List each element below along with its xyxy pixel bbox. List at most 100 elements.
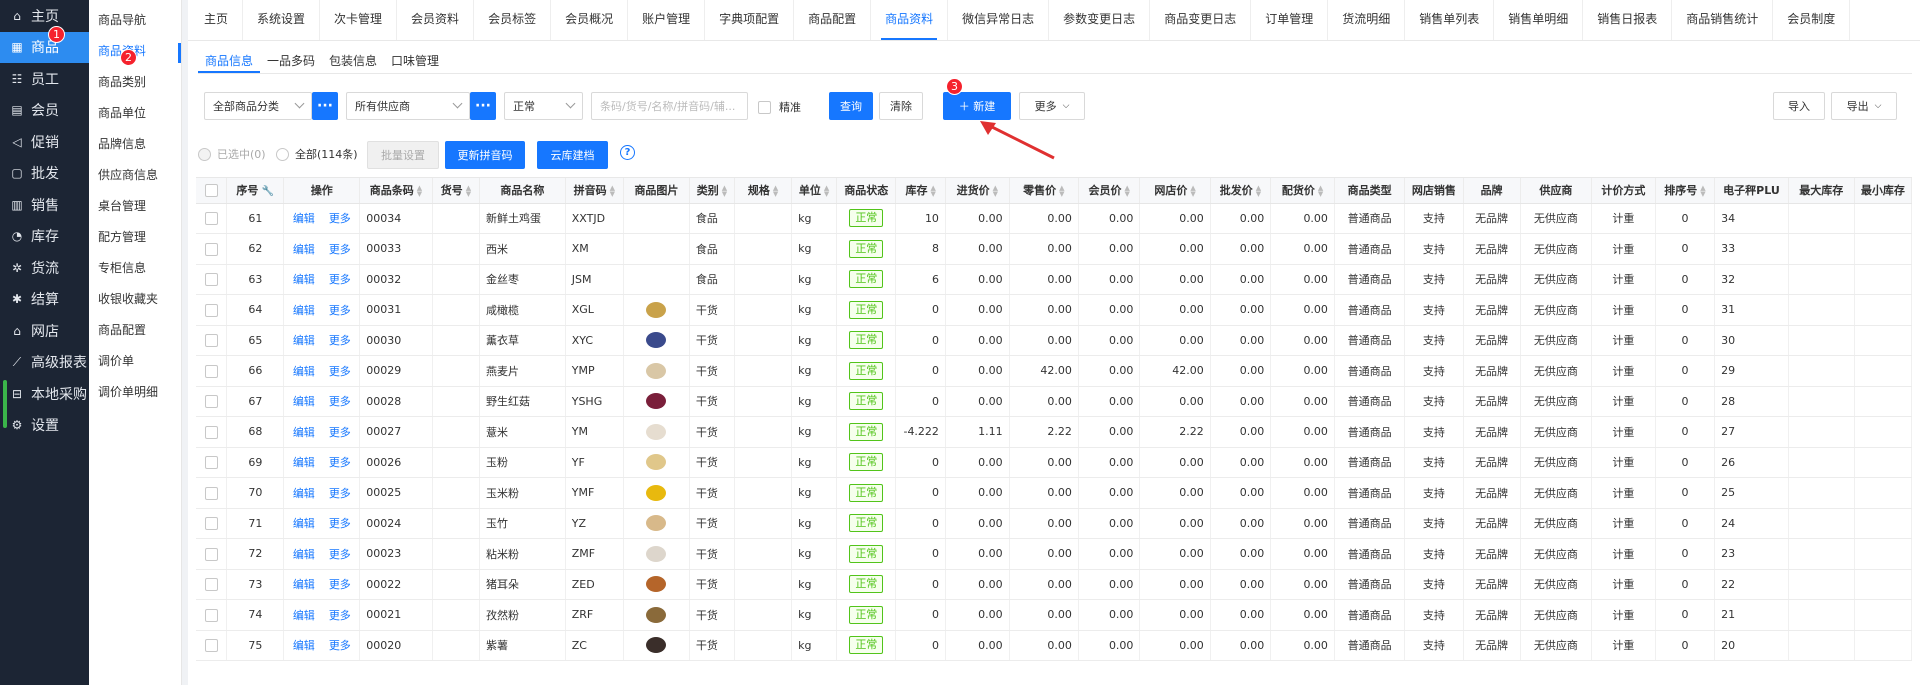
edit-link[interactable]: 编辑 (293, 487, 315, 500)
edit-link[interactable]: 编辑 (293, 243, 315, 256)
top-tab-18[interactable]: 商品销售统计 (1672, 0, 1774, 40)
row-select-cell[interactable] (196, 508, 228, 539)
sort-icon[interactable]: ▲ ▼ (1318, 185, 1323, 198)
nav-item-8[interactable]: ✲ 货流 (0, 252, 89, 284)
subnav-item-4[interactable]: 品牌信息 (89, 128, 181, 159)
status-select[interactable]: 正常 (504, 92, 583, 120)
category-select[interactable]: 全部商品分类 (204, 92, 312, 120)
nav-item-5[interactable]: ▢ 批发 (0, 158, 89, 190)
row-select-cell[interactable] (196, 538, 228, 570)
sort-icon[interactable]: ▲ ▼ (466, 185, 471, 198)
product-thumbnail[interactable] (646, 393, 667, 410)
sub-tab-3[interactable]: 口味管理 (384, 50, 446, 73)
more-link[interactable]: 更多 (329, 639, 351, 652)
more-link[interactable]: 更多 (329, 517, 351, 530)
row-select-cell[interactable] (196, 325, 228, 356)
sort-icon[interactable]: ▲ ▼ (1124, 185, 1129, 198)
top-tab-3[interactable]: 会员资料 (397, 0, 475, 40)
nav-item-0[interactable]: ⌂ 主页 (0, 0, 89, 32)
row-checkbox[interactable] (204, 273, 218, 286)
row-checkbox[interactable] (204, 578, 218, 591)
query-button[interactable]: 查询 (829, 92, 873, 120)
update-pinyin-button[interactable]: 更新拼音码 (445, 141, 525, 169)
sort-icon[interactable]: ▲ ▼ (1059, 185, 1064, 198)
top-tab-6[interactable]: 账户管理 (628, 0, 706, 40)
supplier-picker-button[interactable]: ··· (470, 92, 496, 120)
row-checkbox[interactable] (204, 303, 218, 317)
edit-link[interactable]: 编辑 (293, 334, 315, 347)
product-thumbnail[interactable] (646, 301, 667, 318)
top-tab-19[interactable]: 会员制度 (1773, 0, 1851, 40)
sort-icon[interactable]: ▲ ▼ (1190, 185, 1195, 198)
supplier-select[interactable]: 所有供应商 (346, 92, 470, 120)
row-checkbox[interactable] (204, 364, 218, 378)
row-select-cell[interactable] (196, 233, 228, 265)
edit-link[interactable]: 编辑 (293, 273, 315, 286)
row-checkbox[interactable] (204, 456, 218, 469)
row-select-cell[interactable] (196, 599, 228, 631)
subnav-item-3[interactable]: 商品单位 (89, 97, 181, 128)
select-all-checkbox[interactable] (204, 184, 218, 197)
edit-link[interactable]: 编辑 (293, 578, 315, 591)
row-checkbox[interactable] (204, 639, 218, 652)
top-tab-2[interactable]: 次卡管理 (320, 0, 398, 40)
all-radio-circle[interactable] (276, 147, 289, 161)
precise-checkbox[interactable]: 精准 (758, 99, 801, 115)
nav-item-4[interactable]: ◁ 促销 (0, 126, 89, 158)
edit-link[interactable]: 编辑 (293, 212, 315, 225)
nav-item-6[interactable]: ▥ 销售 (0, 189, 89, 221)
batch-settings-button[interactable]: 批量设置 (367, 141, 439, 169)
subnav-item-2[interactable]: 商品类别 (89, 66, 181, 97)
top-tab-14[interactable]: 货流明细 (1328, 0, 1406, 40)
row-checkbox[interactable] (204, 425, 218, 439)
nav-item-13[interactable]: ⚙ 设置 (0, 410, 89, 442)
top-tab-4[interactable]: 会员标签 (474, 0, 552, 40)
nav-item-9[interactable]: ✱ 结算 (0, 284, 89, 316)
row-checkbox[interactable] (204, 395, 218, 408)
row-select-cell[interactable] (196, 630, 228, 661)
top-tab-12[interactable]: 商品变更日志 (1150, 0, 1252, 40)
row-checkbox[interactable] (204, 608, 218, 622)
nav-item-7[interactable]: ◔ 库存 (0, 221, 89, 253)
new-button[interactable]: ＋ 新建 (943, 92, 1011, 120)
more-link[interactable]: 更多 (329, 609, 351, 622)
edit-link[interactable]: 编辑 (293, 548, 315, 561)
top-tab-5[interactable]: 会员概况 (551, 0, 629, 40)
more-link[interactable]: 更多 (329, 304, 351, 317)
product-thumbnail[interactable] (646, 637, 667, 654)
top-tab-16[interactable]: 销售单明细 (1494, 0, 1584, 40)
export-dropdown-button[interactable]: 导出 ⌵ (1831, 92, 1897, 120)
subnav-item-12[interactable]: 调价单明细 (89, 376, 181, 407)
more-link[interactable]: 更多 (329, 487, 351, 500)
row-checkbox[interactable] (204, 242, 218, 256)
sub-tab-1[interactable]: 一品多码 (260, 50, 322, 73)
row-checkbox[interactable] (204, 517, 218, 530)
subnav-item-11[interactable]: 调价单 (89, 345, 181, 376)
row-select-cell[interactable] (196, 355, 228, 387)
product-thumbnail[interactable] (646, 362, 667, 379)
more-link[interactable]: 更多 (329, 426, 351, 439)
wrench-icon[interactable]: 🔧 (258, 186, 274, 197)
help-icon[interactable]: ? (620, 145, 635, 160)
more-link[interactable]: 更多 (329, 395, 351, 408)
subnav-item-10[interactable]: 商品配置 (89, 314, 181, 345)
top-tab-17[interactable]: 销售日报表 (1583, 0, 1673, 40)
product-thumbnail[interactable] (646, 606, 667, 623)
edit-link[interactable]: 编辑 (293, 639, 315, 652)
more-link[interactable]: 更多 (329, 243, 351, 256)
row-select-cell[interactable] (196, 203, 228, 234)
clear-button[interactable]: 清除 (879, 92, 923, 120)
cloud-archive-button[interactable]: 云库建档 (537, 141, 608, 169)
more-link[interactable]: 更多 (329, 212, 351, 225)
more-dropdown-button[interactable]: 更多 ⌵ (1019, 92, 1085, 120)
top-tab-9[interactable]: 商品资料 (871, 0, 949, 40)
top-tab-10[interactable]: 微信异常日志 (948, 0, 1050, 40)
sub-tab-2[interactable]: 包装信息 (322, 50, 384, 73)
precise-checkbox-box[interactable] (758, 100, 771, 114)
row-select-cell[interactable] (196, 264, 228, 295)
top-tab-7[interactable]: 字典项配置 (705, 0, 795, 40)
row-select-cell[interactable] (196, 416, 228, 448)
product-thumbnail[interactable] (646, 423, 667, 440)
category-picker-button[interactable]: ··· (312, 92, 338, 120)
nav-item-12[interactable]: ⊟ 本地采购 (0, 378, 89, 410)
